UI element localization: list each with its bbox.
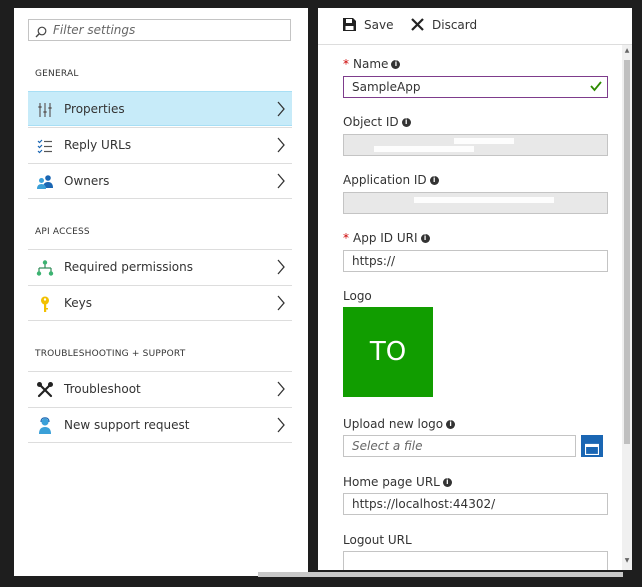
section-api-access: API ACCESS: [35, 227, 90, 237]
info-icon: i: [446, 420, 456, 429]
command-bar: Save Discard: [318, 8, 632, 45]
name-label: * Name i: [343, 57, 401, 71]
info-icon: i: [429, 176, 439, 185]
nav-label: Owners: [64, 174, 110, 188]
logo-label: Logo: [343, 289, 372, 303]
nav-label: Required permissions: [64, 260, 194, 274]
settings-panel: GENERAL Properties Reply URLs Owners API…: [14, 8, 308, 576]
section-general: GENERAL: [35, 69, 79, 79]
home-page-url-input[interactable]: https://localhost:44302/: [343, 493, 608, 515]
application-id-label: Application ID i: [343, 173, 439, 187]
redaction-mark: [454, 138, 514, 144]
name-value: SampleApp: [352, 80, 421, 94]
app-id-uri-value: https://: [352, 254, 396, 268]
nav-item-new-support-request[interactable]: New support request: [28, 407, 292, 442]
filter-settings-input[interactable]: [51, 22, 285, 38]
object-id-field[interactable]: [343, 134, 608, 156]
chevron-right-icon: [276, 295, 286, 315]
app-id-uri-label: * App ID URI i: [343, 231, 430, 245]
users-icon: [36, 173, 54, 191]
nav-label: New support request: [64, 418, 190, 432]
nav-item-reply-urls[interactable]: Reply URLs: [28, 127, 292, 162]
divider: [28, 442, 292, 443]
folder-icon: [584, 440, 600, 459]
upload-placeholder: Select a file: [352, 439, 423, 453]
redaction-mark: [374, 146, 474, 152]
section-troubleshooting: TROUBLESHOOTING + SUPPORT: [35, 349, 186, 359]
redaction-mark: [414, 197, 554, 203]
nav-item-owners[interactable]: Owners: [28, 163, 292, 198]
nav-label: Troubleshoot: [64, 382, 141, 396]
key-icon: [36, 295, 54, 313]
search-icon: [35, 23, 47, 42]
info-icon: i: [442, 478, 452, 487]
divider: [28, 320, 292, 321]
logout-url-label: Logout URL: [343, 533, 412, 547]
chevron-right-icon: [276, 137, 286, 157]
application-id-field[interactable]: [343, 192, 608, 214]
upload-file-input[interactable]: Select a file: [343, 435, 576, 457]
nav-label: Properties: [64, 102, 125, 116]
permissions-icon: [36, 259, 54, 277]
required-asterisk: *: [343, 231, 349, 245]
required-asterisk: *: [343, 57, 349, 71]
scroll-down-arrow[interactable]: ▼: [622, 556, 632, 566]
chevron-right-icon: [276, 259, 286, 279]
chevron-right-icon: [276, 417, 286, 437]
browse-folder-button[interactable]: [581, 435, 603, 457]
nav-item-keys[interactable]: Keys: [28, 285, 292, 320]
logout-url-input[interactable]: [343, 551, 608, 570]
chevron-right-icon: [276, 173, 286, 193]
home-page-url-label: Home page URL i: [343, 475, 452, 489]
nav-item-required-permissions[interactable]: Required permissions: [28, 249, 292, 284]
properties-panel: Save Discard * Name i SampleApp Object ID i…: [318, 8, 632, 570]
chevron-right-icon: [276, 101, 286, 121]
divider: [28, 198, 292, 199]
save-icon: [342, 17, 357, 35]
save-label: Save: [364, 18, 394, 32]
checkmark-icon: [589, 79, 603, 97]
upload-logo-label: Upload new logo i: [343, 417, 456, 431]
properties-icon: [36, 101, 54, 119]
app-logo: TO: [343, 307, 433, 397]
info-icon: i: [420, 234, 430, 243]
nav-label: Keys: [64, 296, 93, 310]
nav-label: Reply URLs: [64, 138, 132, 152]
scrollbar-thumb[interactable]: [624, 60, 630, 444]
object-id-label: Object ID i: [343, 115, 411, 129]
info-icon: i: [401, 118, 411, 127]
list-icon: [36, 137, 54, 155]
filter-settings-box[interactable]: [28, 19, 291, 41]
app-id-uri-input[interactable]: https://: [343, 250, 608, 272]
name-input[interactable]: SampleApp: [343, 76, 608, 98]
info-icon: i: [391, 60, 401, 69]
nav-item-properties[interactable]: Properties: [28, 91, 292, 126]
nav-item-troubleshoot[interactable]: Troubleshoot: [28, 371, 292, 406]
close-icon: [410, 17, 425, 35]
tools-icon: [36, 381, 54, 399]
home-page-url-value: https://localhost:44302/: [352, 497, 496, 511]
discard-label: Discard: [432, 18, 478, 32]
chevron-right-icon: [276, 381, 286, 401]
support-person-icon: [36, 417, 54, 435]
scroll-up-arrow[interactable]: ▲: [622, 46, 632, 56]
horizontal-scrollbar[interactable]: [258, 572, 623, 577]
